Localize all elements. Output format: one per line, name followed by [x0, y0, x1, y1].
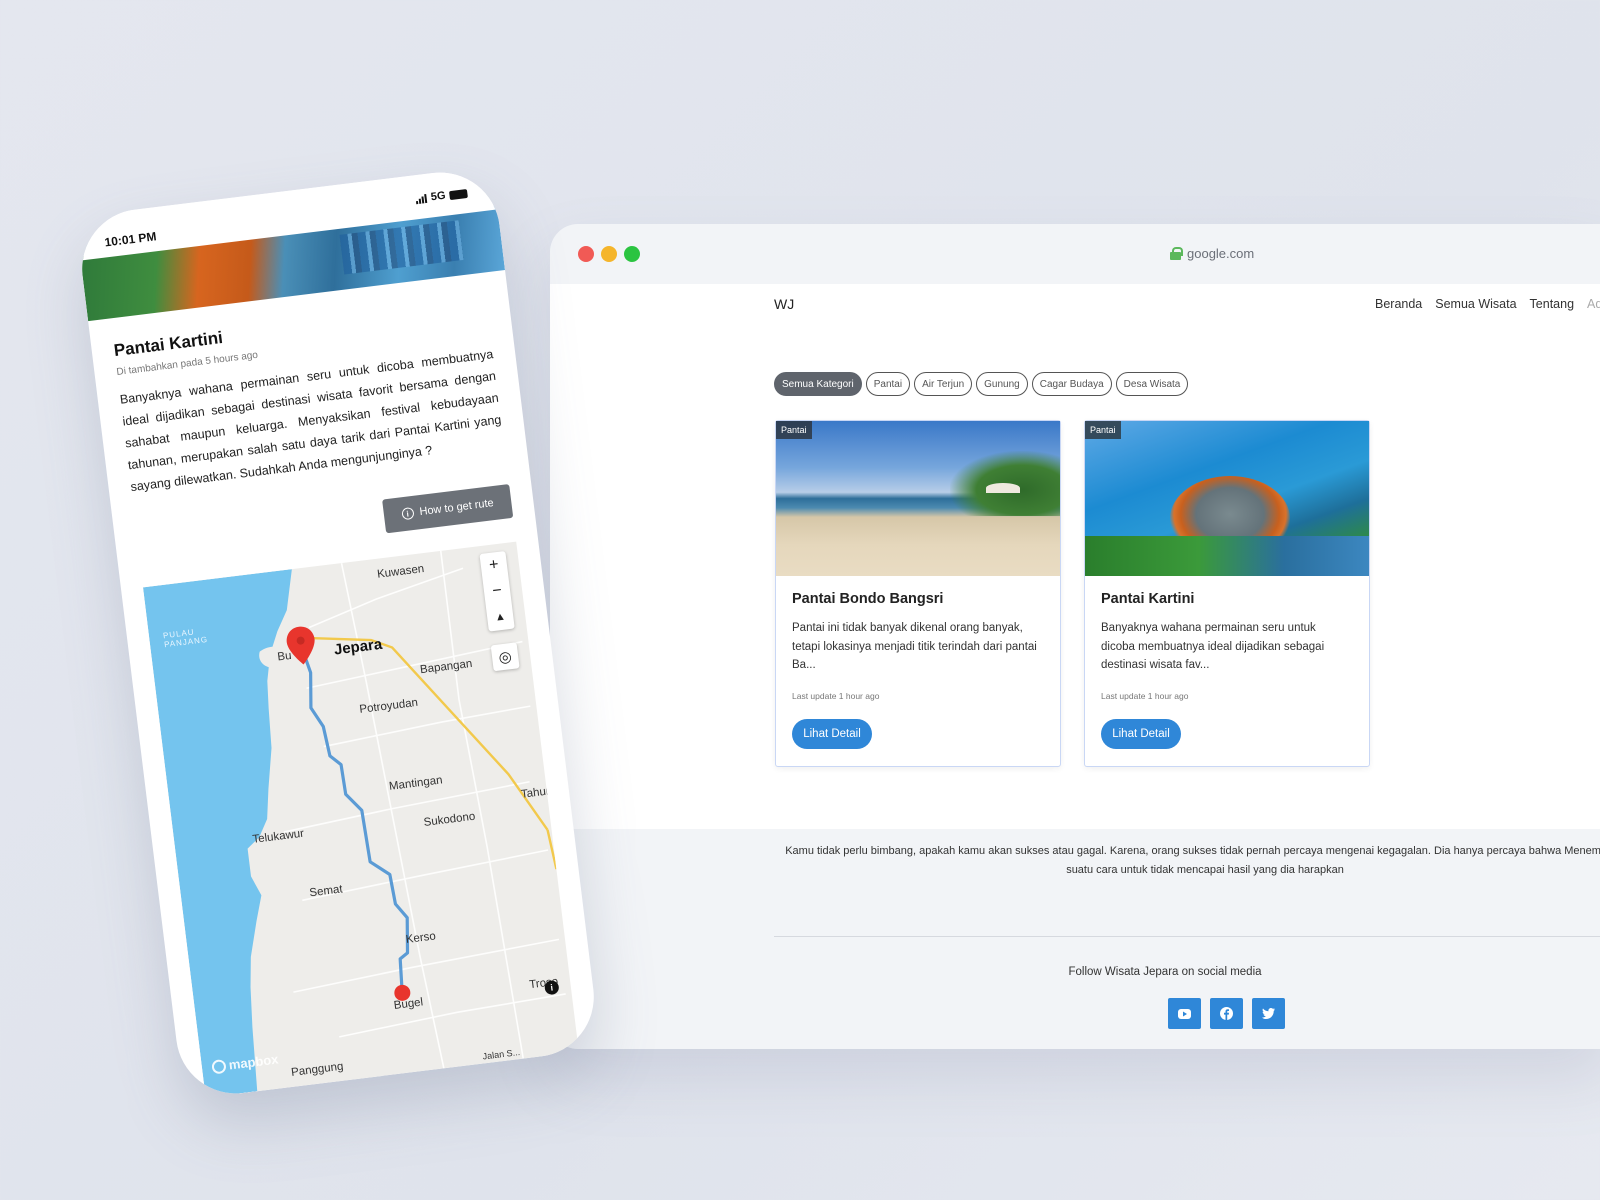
- site-logo[interactable]: WJ: [774, 296, 794, 312]
- nav-admin[interactable]: Adr: [1587, 297, 1600, 311]
- nav-links: Beranda Semua Wisata Tentang Adr: [1375, 297, 1600, 311]
- zoom-out-button[interactable]: −: [483, 577, 512, 606]
- card-title: Pantai Kartini: [1101, 591, 1195, 607]
- detail-button[interactable]: Lihat Detail: [1101, 719, 1181, 749]
- locate-icon[interactable]: ◎: [491, 642, 520, 671]
- card-title: Pantai Bondo Bangsri: [792, 591, 944, 607]
- category-chip-air-terjun[interactable]: Air Terjun: [914, 372, 973, 396]
- follow-text: Follow Wisata Jepara on social media: [1068, 966, 1262, 978]
- destination-card[interactable]: Pantai Pantai Kartini Banyaknya wahana p…: [1084, 420, 1370, 767]
- minimize-window-button[interactable]: [601, 246, 617, 262]
- category-chip-gunung[interactable]: Gunung: [976, 372, 1028, 396]
- category-chip-semua[interactable]: Semua Kategori: [774, 372, 862, 396]
- card-category-tag: Pantai: [1085, 421, 1121, 439]
- card-updated: Last update 1 hour ago: [792, 691, 880, 701]
- nav-tentang[interactable]: Tentang: [1530, 297, 1574, 311]
- nav-semua-wisata[interactable]: Semua Wisata: [1435, 297, 1516, 311]
- route-map[interactable]: Kuwasen PULAU PANJANG Bu Jepara Bapangan…: [142, 541, 579, 1098]
- card-category-tag: Pantai: [776, 421, 812, 439]
- web-page: WJ Beranda Semua Wisata Tentang Adr Semu…: [550, 284, 1600, 829]
- card-description: Banyaknya wahana permainan seru untuk di…: [1101, 622, 1325, 671]
- get-route-button[interactable]: i How to get rute: [382, 484, 514, 534]
- close-window-button[interactable]: [578, 246, 594, 262]
- battery-icon: [448, 188, 468, 200]
- twitter-icon[interactable]: [1252, 998, 1285, 1029]
- map-label: Bu: [276, 649, 293, 664]
- get-route-label: How to get rute: [418, 497, 495, 519]
- detail-button[interactable]: Lihat Detail: [792, 719, 872, 749]
- card-updated: Last update 1 hour ago: [1101, 691, 1189, 701]
- signal-icon: [415, 193, 428, 205]
- category-filter: Semua Kategori Pantai Air Terjun Gunung …: [774, 372, 1189, 396]
- address-bar[interactable]: google.com: [1170, 246, 1254, 261]
- zoom-in-button[interactable]: +: [479, 551, 508, 580]
- browser-titlebar: google.com: [550, 224, 1600, 284]
- maximize-window-button[interactable]: [624, 246, 640, 262]
- locate-control: ◎: [490, 642, 520, 672]
- compass-button[interactable]: ▲: [486, 603, 515, 632]
- youtube-icon[interactable]: [1168, 998, 1201, 1029]
- social-links: [1168, 998, 1285, 1029]
- phone-mockup: 10:01 PM 5G Pantai Kartini Di tambahkan …: [75, 165, 601, 1101]
- category-chip-desa-wisata[interactable]: Desa Wisata: [1115, 372, 1189, 396]
- status-time: 10:01 PM: [103, 229, 158, 250]
- category-chip-pantai[interactable]: Pantai: [865, 372, 911, 396]
- footer-quote: Kamu tidak perlu bimbang, apakah kamu ak…: [785, 845, 1600, 876]
- card-description: Pantai ini tidak banyak dikenal orang ba…: [792, 622, 1037, 671]
- url-text: google.com: [1187, 246, 1255, 261]
- lock-icon: [1170, 247, 1183, 260]
- card-image: Pantai: [776, 421, 1060, 576]
- card-image: Pantai: [1085, 421, 1369, 576]
- facebook-icon[interactable]: [1210, 998, 1243, 1029]
- site-navbar: WJ Beranda Semua Wisata Tentang Adr: [550, 284, 1600, 330]
- destination-card[interactable]: Pantai Pantai Bondo Bangsri Pantai ini t…: [775, 420, 1061, 767]
- info-icon: i: [400, 506, 415, 521]
- footer-divider: [774, 936, 1600, 937]
- category-chip-cagar-budaya[interactable]: Cagar Budaya: [1031, 372, 1112, 396]
- network-label: 5G: [430, 189, 447, 204]
- nav-beranda[interactable]: Beranda: [1375, 297, 1422, 311]
- browser-window: google.com WJ Beranda Semua Wisata Tenta…: [550, 224, 1600, 1049]
